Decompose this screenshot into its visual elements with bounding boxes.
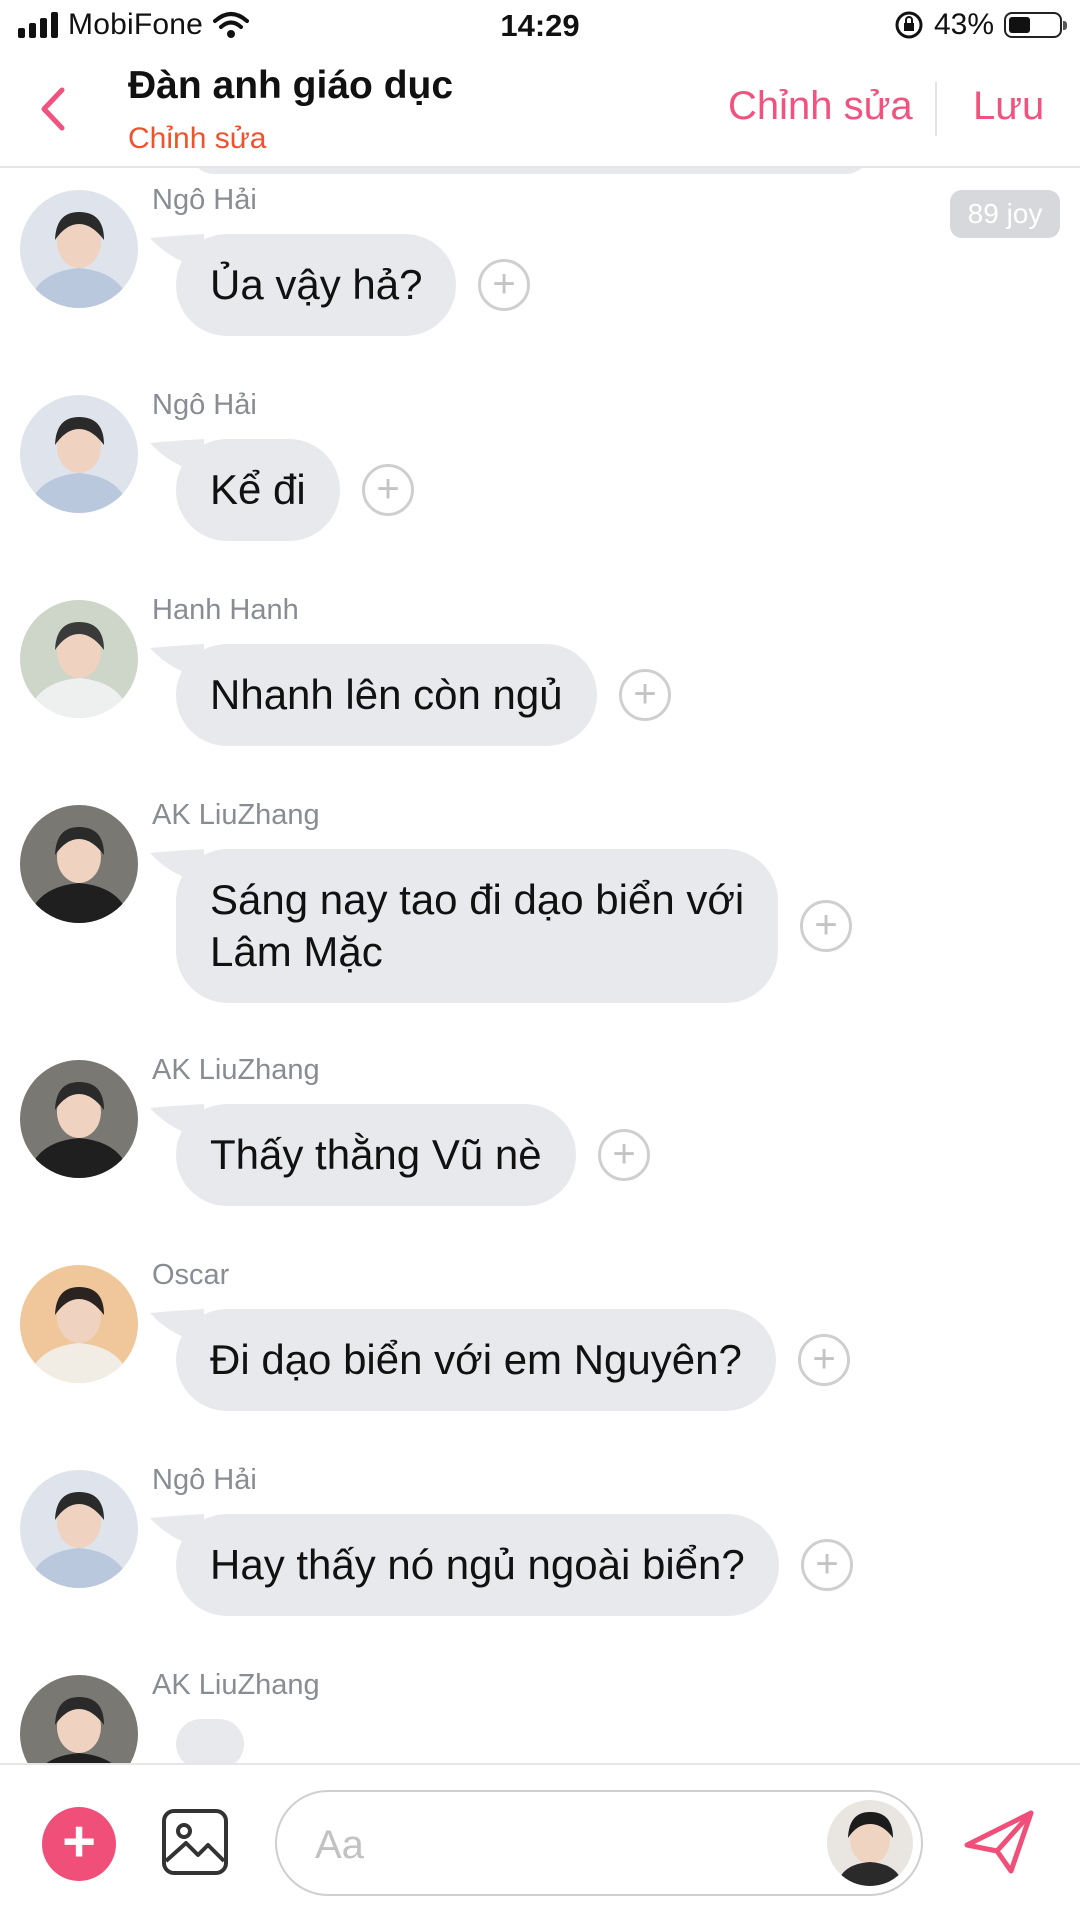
sender-name: Oscar xyxy=(152,1259,230,1291)
battery-percent: 43% xyxy=(933,8,994,41)
status-bar: MobiFone 14:29 43% xyxy=(0,0,1080,56)
sender-avatar[interactable] xyxy=(20,190,138,308)
message-text: Lâm Mặc xyxy=(210,928,383,975)
sender-name: AK LiuZhang xyxy=(152,799,320,831)
composer-bar: + xyxy=(0,1763,1080,1922)
add-button[interactable]: + xyxy=(42,1807,116,1881)
sender-avatar[interactable] xyxy=(20,1470,138,1588)
message-text: Thấy thằng Vũ nè xyxy=(210,1131,542,1178)
sender-name: Hanh Hanh xyxy=(152,594,299,626)
page-title: Đàn anh giáo dục xyxy=(128,64,454,107)
sender-avatar[interactable] xyxy=(20,805,138,923)
persona-avatar[interactable] xyxy=(827,1800,913,1886)
message-bubble[interactable]: Ủa vậy hả? xyxy=(176,234,457,336)
message-text: Nhanh lên còn ngủ xyxy=(210,671,563,718)
message-bubble[interactable]: Sáng nay tao đi dạo biển với Lâm Mặc xyxy=(176,849,779,1003)
status-right: 43% xyxy=(894,8,1067,42)
sender-name: Ngô Hải xyxy=(152,184,257,216)
add-reaction-icon[interactable]: + xyxy=(619,669,671,721)
add-reaction-icon[interactable]: + xyxy=(478,259,530,311)
orientation-lock-icon xyxy=(895,11,923,39)
sender-avatar[interactable] xyxy=(20,1060,138,1178)
chat-header: Đàn anh giáo dục Chỉnh sửa Chỉnh sửa Lưu xyxy=(0,56,1080,168)
message-input[interactable] xyxy=(313,1816,817,1874)
header-divider xyxy=(935,82,937,136)
message-bubble[interactable]: Đi dạo biển với em Nguyên? xyxy=(176,1309,776,1411)
message-bubble[interactable]: Nhanh lên còn ngủ xyxy=(176,644,597,746)
message-text: Ủa vậy hả? xyxy=(210,261,423,308)
joy-badge: 89 joy xyxy=(950,190,1060,238)
send-icon[interactable] xyxy=(963,1807,1035,1877)
message-text: Đi dạo biển với em Nguyên? xyxy=(210,1336,742,1383)
image-icon[interactable] xyxy=(160,1807,230,1877)
add-reaction-icon[interactable]: + xyxy=(798,1334,850,1386)
message-bubble[interactable]: Hay thấy nó ngủ ngoài biển? xyxy=(176,1514,779,1616)
back-chevron-icon[interactable] xyxy=(34,84,74,134)
message-bubble[interactable]: Thấy thằng Vũ nè xyxy=(176,1104,576,1206)
sender-name: AK LiuZhang xyxy=(152,1669,320,1701)
add-reaction-icon[interactable]: + xyxy=(800,900,852,952)
message-bubble[interactable]: Kể đi xyxy=(176,439,340,541)
message-text: Kể đi xyxy=(210,466,306,513)
sender-avatar[interactable] xyxy=(20,600,138,718)
page-subtitle[interactable]: Chỉnh sửa xyxy=(128,122,267,156)
sender-name: AK LiuZhang xyxy=(152,1054,320,1086)
sender-name: Ngô Hải xyxy=(152,389,257,421)
edit-button[interactable]: Chỉnh sửa xyxy=(728,84,913,129)
sender-avatar[interactable] xyxy=(20,395,138,513)
message-bubble[interactable] xyxy=(176,1719,244,1769)
message-text: Hay thấy nó ngủ ngoài biển? xyxy=(210,1541,745,1588)
add-reaction-icon[interactable]: + xyxy=(801,1539,853,1591)
add-reaction-icon[interactable]: + xyxy=(362,464,414,516)
sender-avatar[interactable] xyxy=(20,1265,138,1383)
battery-icon xyxy=(1004,12,1067,38)
save-button[interactable]: Lưu xyxy=(973,84,1044,129)
message-text: Sáng nay tao đi dạo biển với xyxy=(210,876,745,923)
add-reaction-icon[interactable]: + xyxy=(598,1129,650,1181)
message-input-box[interactable] xyxy=(275,1790,923,1896)
sender-name: Ngô Hải xyxy=(152,1464,257,1496)
